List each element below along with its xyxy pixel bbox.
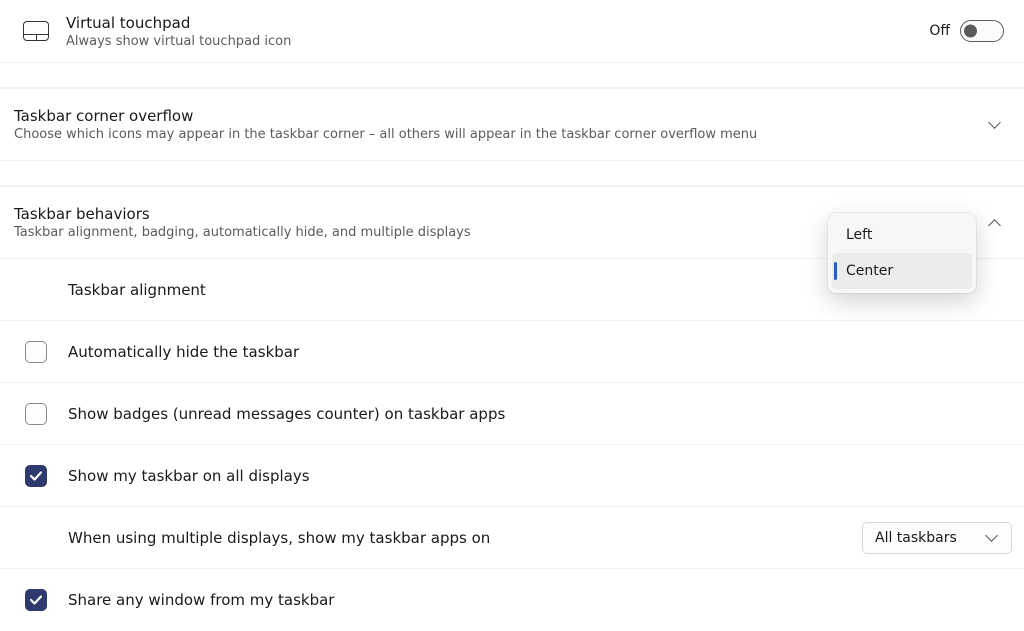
autohide-row[interactable]: Automatically hide the taskbar [0, 321, 1024, 383]
alignment-option-left[interactable]: Left [832, 217, 972, 253]
autohide-checkbox[interactable] [25, 341, 47, 363]
badges-checkbox[interactable] [25, 403, 47, 425]
alignment-row[interactable]: Taskbar alignment Left Center [0, 259, 1024, 321]
all-displays-row[interactable]: Show my taskbar on all displays [0, 445, 1024, 507]
virtual-touchpad-state-label: Off [929, 23, 950, 39]
multi-display-label: When using multiple displays, show my ta… [60, 529, 862, 547]
share-window-label: Share any window from my taskbar [60, 591, 1012, 609]
virtual-touchpad-title: Virtual touchpad [66, 14, 929, 32]
multi-display-value: All taskbars [875, 530, 957, 546]
alignment-option-center[interactable]: Center [832, 253, 972, 289]
touchpad-icon [12, 21, 60, 41]
virtual-touchpad-toggle[interactable] [960, 20, 1004, 42]
multi-display-row[interactable]: When using multiple displays, show my ta… [0, 507, 1024, 569]
virtual-touchpad-subtitle: Always show virtual touchpad icon [66, 34, 929, 49]
overflow-subtitle: Choose which icons may appear in the tas… [14, 127, 988, 142]
all-displays-checkbox[interactable] [25, 465, 47, 487]
share-window-row[interactable]: Share any window from my taskbar [0, 569, 1024, 631]
badges-label: Show badges (unread messages counter) on… [60, 405, 1012, 423]
all-displays-label: Show my taskbar on all displays [60, 467, 1012, 485]
autohide-label: Automatically hide the taskbar [60, 343, 1012, 361]
overflow-title: Taskbar corner overflow [14, 107, 988, 125]
chevron-down-icon [988, 118, 1002, 132]
chevron-down-icon [985, 531, 999, 545]
chevron-up-icon [988, 216, 1002, 230]
overflow-header[interactable]: Taskbar corner overflow Choose which ico… [0, 87, 1024, 161]
virtual-touchpad-row[interactable]: Virtual touchpad Always show virtual tou… [0, 0, 1024, 63]
badges-row[interactable]: Show badges (unread messages counter) on… [0, 383, 1024, 445]
share-window-checkbox[interactable] [25, 589, 47, 611]
alignment-popup[interactable]: Left Center [828, 213, 976, 293]
virtual-touchpad-texts: Virtual touchpad Always show virtual tou… [60, 14, 929, 49]
multi-display-select[interactable]: All taskbars [862, 522, 1012, 554]
